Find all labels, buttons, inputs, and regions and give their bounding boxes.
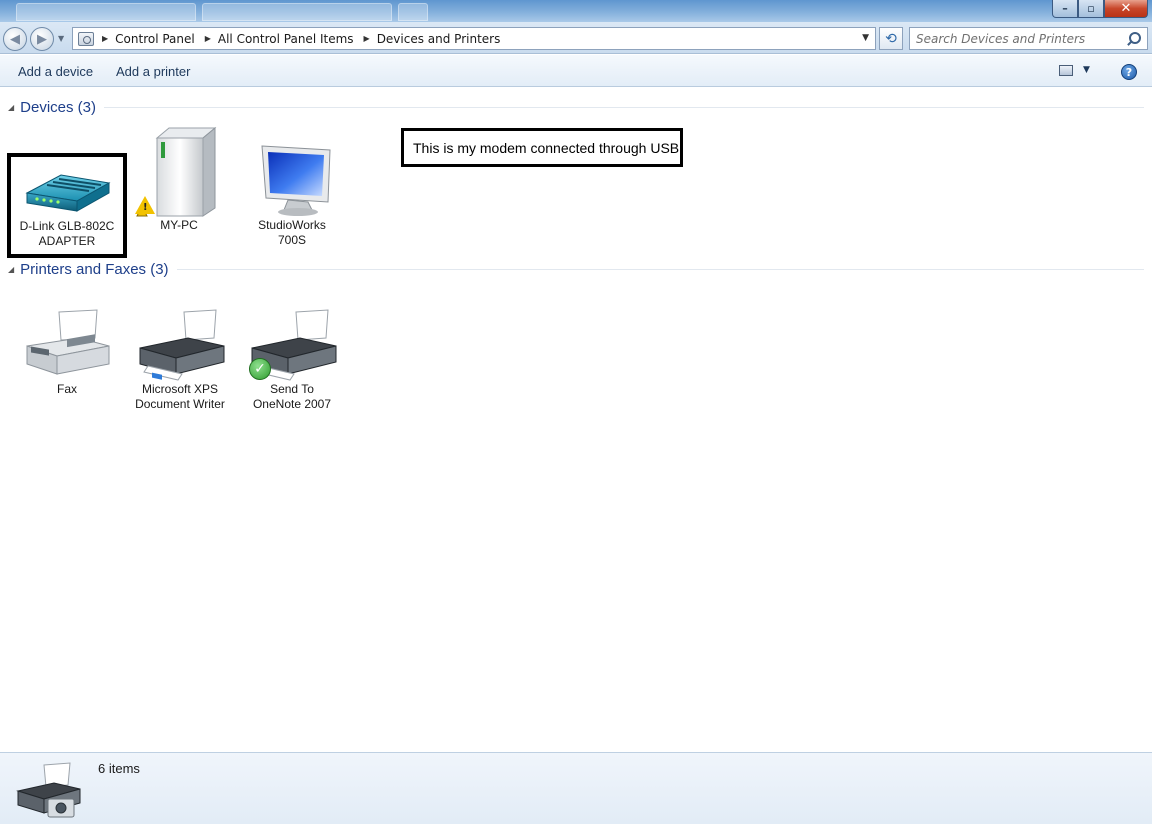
address-bar: ◀ ▶ ▼ ▶ Control Panel ▶ All Control Pane… [0,22,1152,54]
device-label-line: 700S [277,233,307,247]
printer-label: Fax [11,382,123,397]
ghost-tab [16,3,196,21]
group-title: Devices (3) [20,98,97,116]
device-label: StudioWorks 700S [236,218,348,248]
printer-tile-fax[interactable]: Fax [11,308,123,397]
printer-tile-onenote[interactable]: ✓ Send To OneNote 2007 [236,308,348,412]
minimize-button[interactable]: – [1052,0,1078,18]
add-printer-button[interactable]: Add a printer [116,64,190,79]
refresh-icon: ⟲ [885,30,897,47]
maximize-button[interactable]: ▫ [1078,0,1104,18]
printer-label-line: Microsoft XPS [141,382,219,396]
printer-label: Microsoft XPS Document Writer [124,382,236,412]
breadcrumb-control-panel[interactable]: Control Panel [115,32,195,46]
printer-icon [130,308,230,382]
search-icon[interactable] [1126,30,1144,48]
printer-tile-xps-writer[interactable]: Microsoft XPS Document Writer [124,308,236,412]
device-tile-my-pc[interactable]: ! MY-PC [123,124,235,233]
search-input[interactable] [910,28,1126,49]
recent-pages-dropdown[interactable]: ▼ [58,34,64,43]
group-divider [176,268,1144,270]
device-tile-monitor[interactable]: StudioWorks 700S [236,142,348,248]
warning-exclamation-icon: ! [143,202,148,213]
computer-tower-icon: ! [129,124,229,218]
title-bar: – ▫ ✕ [0,0,1152,22]
back-button[interactable]: ◀ [3,27,27,51]
forward-button[interactable]: ▶ [30,27,54,51]
address-dropdown-icon[interactable]: ▼ [862,33,869,43]
device-label: D-Link GLB-802C ADAPTER [11,219,123,249]
printer-label-line: Document Writer [135,397,225,411]
fax-icon [17,308,117,382]
modem-icon [17,157,117,219]
monitor-icon [242,142,342,218]
annotation-callout: This is my modem connected through USB [401,128,683,167]
breadcrumb-chevron-icon[interactable]: ▶ [102,34,108,43]
control-panel-icon [78,31,94,46]
printer-label-line: OneNote 2007 [252,397,332,411]
ghost-tab [398,3,428,21]
view-options-dropdown-icon[interactable]: ▼ [1083,65,1090,75]
device-label-line: StudioWorks [258,218,326,232]
add-device-button[interactable]: Add a device [18,64,93,79]
device-label: MY-PC [123,218,235,233]
change-view-icon[interactable] [1059,65,1073,76]
printer-label-line: Send To [270,382,314,396]
refresh-button[interactable]: ⟲ [879,27,903,50]
minimize-icon: – [1062,2,1068,15]
forward-arrow-icon: ▶ [37,31,47,47]
device-label-line: D-Link GLB-802C [19,219,115,233]
group-divider [104,106,1144,108]
item-count: 6 items [98,761,140,776]
collapse-triangle-icon[interactable]: ◢ [8,103,14,112]
collapse-triangle-icon[interactable]: ◢ [8,265,14,274]
device-tile-modem[interactable]: D-Link GLB-802C ADAPTER [7,153,127,258]
ghost-tab [202,3,392,21]
restore-icon: ▫ [1087,2,1095,15]
breadcrumb-chevron-icon[interactable]: ▶ [364,34,370,43]
device-label-line: MY-PC [160,218,198,232]
details-pane: 6 items [0,752,1152,824]
command-bar: Add a device Add a printer ▼ ? [0,55,1152,87]
breadcrumb[interactable]: ▶ Control Panel ▶ All Control Panel Item… [72,27,876,50]
printer-icon: ✓ [242,308,342,382]
back-arrow-icon: ◀ [10,31,20,47]
device-label-line: ADAPTER [38,234,96,248]
breadcrumb-devices-printers[interactable]: Devices and Printers [377,32,501,46]
group-header-devices[interactable]: ◢ Devices (3) [8,97,1144,117]
annotation-text: This is my modem connected through USB [413,139,680,156]
default-check-icon: ✓ [249,358,271,380]
breadcrumb-all-items[interactable]: All Control Panel Items [218,32,354,46]
group-header-printers[interactable]: ◢ Printers and Faxes (3) [8,259,1144,279]
printer-label: Send To OneNote 2007 [236,382,348,412]
devices-printers-icon [14,759,84,821]
close-button[interactable]: ✕ [1104,0,1148,18]
help-icon: ? [1125,65,1133,79]
help-button[interactable]: ? [1121,64,1137,80]
taskbar-ghost-tabs [16,3,428,21]
close-icon: ✕ [1120,1,1132,16]
breadcrumb-chevron-icon[interactable]: ▶ [205,34,211,43]
group-title: Printers and Faxes (3) [20,260,169,278]
content-area: ◢ Devices (3) D-Link GLB-802C ADAPTER ! … [0,88,1152,752]
window-controls: – ▫ ✕ [1052,0,1148,18]
search-box [909,27,1148,50]
printer-label-line: Fax [56,382,77,396]
